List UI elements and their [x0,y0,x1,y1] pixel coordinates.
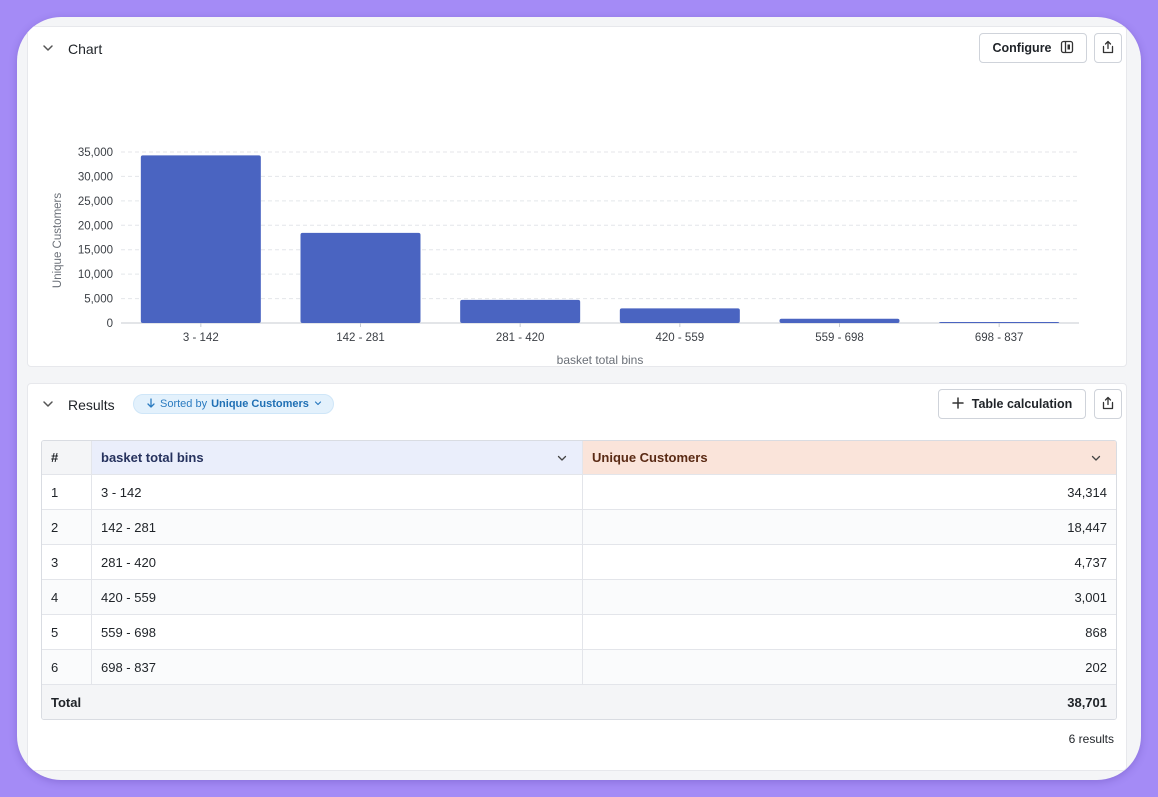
collapse-chevron-icon[interactable] [41,397,55,411]
x-tick-label: 3 - 142 [183,332,219,344]
table-row[interactable]: 3 281 - 420 4,737 [42,544,1116,579]
x-tick-label: 420 - 559 [656,332,705,344]
table-row[interactable]: 1 3 - 142 34,314 [42,474,1116,509]
y-tick-label: 30,000 [78,171,113,183]
row-index: 3 [51,554,59,570]
bar [619,308,740,323]
table-row[interactable]: 4 420 - 559 3,001 [42,579,1116,614]
y-tick-label: 5,000 [84,294,113,306]
value-cell[interactable]: 34,314 [582,475,1116,509]
chevron-down-icon [313,398,323,411]
table-row[interactable]: 2 142 - 281 18,447 [42,509,1116,544]
x-tick-label: 281 - 420 [496,332,545,344]
bin-cell[interactable]: 142 - 281 [91,510,582,544]
arrow-down-icon [146,397,156,411]
table-header-row: # basket total bins Unique Customers [42,441,1116,474]
y-tick-label: 0 [107,318,113,330]
value-cell[interactable]: 3,001 [582,580,1116,614]
bin-cell[interactable]: 420 - 559 [91,580,582,614]
bar [300,232,421,323]
y-tick-label: 10,000 [78,269,113,281]
bar [939,322,1060,323]
column-header-label: Unique Customers [592,450,708,465]
y-tick-label: 35,000 [78,147,113,159]
value-cell[interactable]: 4,737 [582,545,1116,579]
x-tick-label: 559 - 698 [815,332,864,344]
table-calc-label: Table calculation [971,397,1073,411]
bar [460,299,581,323]
column-header-index: # [42,441,91,474]
bar [779,318,900,323]
total-row: Total 38,701 [42,684,1116,719]
column-header-unique-customers[interactable]: Unique Customers [582,441,1116,474]
results-panel-header: Results Sorted by Unique Customers Table… [28,384,1126,428]
plus-icon [952,396,964,412]
y-tick-label: 20,000 [78,220,113,232]
column-header-basket-total-bins[interactable]: basket total bins [91,441,582,474]
value-cell[interactable]: 18,447 [582,510,1116,544]
chart-panel: Chart Configure 0 5,000 10,000 15,000 20,000… [27,26,1127,367]
bin-cell[interactable]: 3 - 142 [91,475,582,509]
table-calculation-button[interactable]: Table calculation [938,389,1086,419]
chevron-down-icon[interactable] [1090,452,1102,467]
x-tick-label: 142 - 281 [336,332,385,344]
row-index: 4 [51,589,59,605]
share-icon [1101,396,1115,413]
y-tick-label: 15,000 [78,245,113,257]
export-results-button[interactable] [1094,389,1122,419]
row-index: 5 [51,624,59,640]
row-index: 6 [51,659,59,675]
y-tick-label: 25,000 [78,196,113,208]
results-count: 6 results [1068,732,1114,746]
x-tick-label: 698 - 837 [975,332,1024,344]
results-table: # basket total bins Unique Customers 1 3… [41,440,1117,720]
bin-cell[interactable]: 698 - 837 [91,650,582,684]
row-index: 2 [51,519,59,535]
total-value: 38,701 [1067,694,1107,710]
sort-prefix: Sorted by [160,398,208,410]
table-row[interactable]: 5 559 - 698 868 [42,614,1116,649]
chevron-down-icon[interactable] [556,452,568,467]
sort-badge[interactable]: Sorted by Unique Customers [133,394,334,414]
row-index: 1 [51,484,59,500]
x-axis-title: basket total bins [557,353,644,367]
bar-chart: 0 5,000 10,000 15,000 20,000 25,000 30,000 35,0… [52,147,1079,367]
value-cell[interactable]: 868 [582,615,1116,649]
results-panel: Results Sorted by Unique Customers Table… [27,383,1127,771]
table-row[interactable]: 6 698 - 837 202 [42,649,1116,684]
y-axis-title: Unique Customers [52,193,64,288]
bin-cell[interactable]: 559 - 698 [91,615,582,649]
app-window: Chart Configure 0 5,000 10,000 15,000 20,000… [17,17,1141,780]
value-cell[interactable]: 202 [582,650,1116,684]
total-label: Total [51,694,82,710]
sort-field: Unique Customers [211,398,309,410]
bin-cell[interactable]: 281 - 420 [91,545,582,579]
bar [140,155,261,323]
column-header-label: basket total bins [101,450,204,465]
results-title: Results [68,397,115,413]
